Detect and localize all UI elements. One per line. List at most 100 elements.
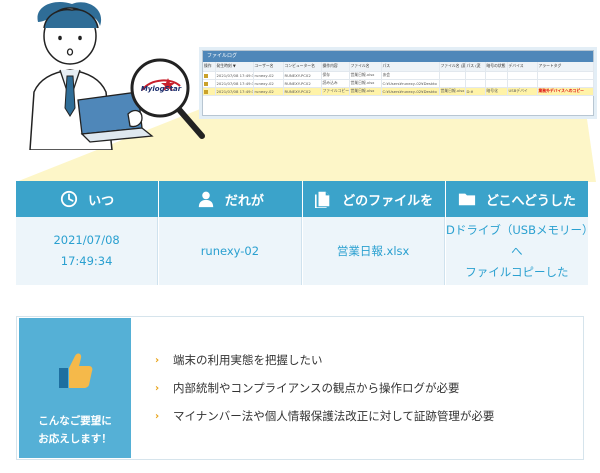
table-cell: C:¥Users¥runexy-02¥Deskto (381, 79, 440, 88)
request-card: こんなご要望に お応えします！ (19, 318, 131, 458)
table-cell: D:¥ (465, 87, 486, 96)
column-header[interactable]: 暗号の状態 (485, 62, 508, 72)
info-header-where: どこへどうした (445, 181, 588, 217)
clock-icon (61, 190, 78, 208)
table-cell: 営業日報.xlsx (439, 87, 466, 96)
table-cell: ファイルコピー (321, 87, 350, 96)
column-header[interactable]: コンピューター名 (283, 62, 322, 72)
table-cell (439, 71, 466, 80)
table-row[interactable]: 2021/07/08 17:49:34 runexy-02 RUNEXY-PC0… (203, 79, 594, 88)
table-cell (537, 71, 594, 80)
info-label: どこへどうした (485, 193, 576, 209)
info-panel: いつ 2021/07/08 17:49:34 だれが runexy-02 どのフ… (16, 181, 588, 285)
table-cell: C:¥Users¥runexy-02¥Deskto (381, 87, 440, 96)
request-card-line: お応えします！ (38, 433, 112, 445)
info-value-when: 2021/07/08 17:49:34 (16, 217, 159, 285)
chevron-right-icon: › (155, 410, 160, 422)
info-value-line: runexy-02 (200, 243, 260, 258)
table-cell: 2021/07/08 17:49:36 (215, 71, 254, 80)
table-cell: runexy-02 (253, 87, 284, 96)
table-cell (537, 79, 594, 88)
table-cell: RUNEXY-PC02 (283, 87, 322, 96)
info-label: どのファイルを (342, 193, 434, 209)
table-cell (507, 79, 538, 88)
table-cell (507, 71, 538, 80)
info-value-line: ファイルコピーした (465, 264, 569, 279)
table-cell (439, 79, 466, 88)
request-card-line: こんなご要望に (38, 415, 112, 427)
list-item-text: マイナンバー法や個人情報保護法改正に対して証跡管理が必要 (173, 409, 495, 423)
list-item: › 内部統制やコンプライアンスの観点から操作ログが必要 (155, 374, 494, 402)
table-cell: 営業日報.xlsx (349, 87, 382, 96)
info-value-line: 2021/07/08 (53, 233, 120, 247)
info-header-who: だれが (159, 181, 302, 217)
file-row-icon (204, 89, 208, 94)
column-header[interactable]: パス (381, 62, 440, 72)
column-header[interactable]: アラートタグ (537, 62, 594, 72)
table-cell: runexy-02 (253, 79, 284, 88)
column-header[interactable]: ユーザー名 (253, 62, 284, 72)
file-log-window: ファイルログ 操作 発生時刻 ▼ ユーザー名 コンピューター名 操作内容 ファイ… (202, 50, 594, 116)
column-header[interactable]: 操作 (203, 62, 216, 72)
list-item: › 端末の利用実態を把握したい (155, 346, 494, 374)
info-label: だれが (224, 193, 264, 209)
info-value-line: 17:49:34 (60, 254, 113, 268)
table-cell: あ会 (381, 71, 440, 80)
table-cell: 2021/07/08 17:49:34 (215, 79, 254, 88)
info-column-when: いつ 2021/07/08 17:49:34 (16, 181, 160, 285)
file-row-icon (204, 73, 208, 78)
column-header[interactable]: 操作内容 (321, 62, 350, 72)
table-row-highlighted[interactable]: 2021/07/08 17:49:34 runexy-02 RUNEXY-PC0… (203, 87, 594, 96)
table-cell: 営業日報.xlsx (349, 71, 382, 80)
table-cell (485, 71, 508, 80)
request-card-text: こんなご要望に お応えします！ (38, 412, 112, 448)
table-cell: 暗号化 (485, 87, 508, 96)
column-header[interactable]: ファイル名 (変 (439, 62, 466, 72)
top-illustration: MylogStar ファイルログ 操作 発生時刻 ▼ ユーザー名 コンピューター… (0, 0, 600, 182)
request-list: › 端末の利用実態を把握したい › 内部統制やコンプライアンスの観点から操作ログ… (155, 346, 494, 430)
table-cell: runexy-02 (253, 71, 284, 80)
table-cell: 2021/07/08 17:49:34 (215, 87, 254, 96)
chevron-right-icon: › (155, 354, 160, 366)
info-column-what: どのファイルを 営業日報.xlsx (302, 181, 446, 285)
file-log-table: 操作 発生時刻 ▼ ユーザー名 コンピューター名 操作内容 ファイル名 パス フ… (203, 62, 594, 96)
table-cell: RUNEXY-PC02 (283, 71, 322, 80)
alert-tag-cell: 業務外デバイスへのコピー (537, 87, 594, 96)
info-value-what: 営業日報.xlsx (302, 217, 445, 285)
column-header[interactable]: パス (変 (465, 62, 486, 72)
table-cell: USBデバイ (507, 87, 538, 96)
file-row-icon (204, 81, 208, 86)
list-item: › マイナンバー法や個人情報保護法改正に対して証跡管理が必要 (155, 402, 494, 430)
table-cell (485, 79, 508, 88)
table-cell: 営業日報.xlsx (349, 79, 382, 88)
table-cell (465, 71, 486, 80)
info-value-line: 営業日報.xlsx (336, 243, 410, 258)
logo-text: MylogStar (140, 85, 182, 93)
table-cell: RUNEXY-PC02 (283, 79, 322, 88)
column-header[interactable]: デバイス (507, 62, 538, 72)
table-cell: 保存 (321, 71, 350, 80)
table-cell: 読み込み (321, 79, 350, 88)
list-item-text: 端末の利用実態を把握したい (173, 353, 323, 367)
file-icon (315, 191, 330, 208)
info-label: いつ (88, 193, 115, 209)
folder-icon (458, 193, 475, 206)
log-window-title: ファイルログ (203, 51, 593, 62)
person-illustration (29, 2, 205, 150)
info-value-line: Dドライブ（USBメモリー）へ (446, 222, 588, 258)
table-row[interactable]: 2021/07/08 17:49:36 runexy-02 RUNEXY-PC0… (203, 71, 594, 80)
thumbs-up-icon (59, 353, 93, 388)
table-cell (465, 79, 486, 88)
info-column-who: だれが runexy-02 (159, 181, 303, 285)
info-value-who: runexy-02 (159, 217, 302, 285)
column-header[interactable]: ファイル名 (349, 62, 382, 72)
info-column-where: どこへどうした Dドライブ（USBメモリー）へ ファイルコピーした (445, 181, 588, 285)
list-item-text: 内部統制やコンプライアンスの観点から操作ログが必要 (173, 381, 460, 395)
user-icon (198, 191, 214, 208)
info-value-where: Dドライブ（USBメモリー）へ ファイルコピーした (445, 217, 588, 285)
log-table-header: 操作 発生時刻 ▼ ユーザー名 コンピューター名 操作内容 ファイル名 パス フ… (203, 62, 594, 72)
column-header[interactable]: 発生時刻 ▼ (215, 62, 254, 72)
info-header-what: どのファイルを (302, 181, 445, 217)
info-header-when: いつ (16, 181, 159, 217)
request-box: こんなご要望に お応えします！ › 端末の利用実態を把握したい › 内部統制やコ… (16, 316, 584, 460)
